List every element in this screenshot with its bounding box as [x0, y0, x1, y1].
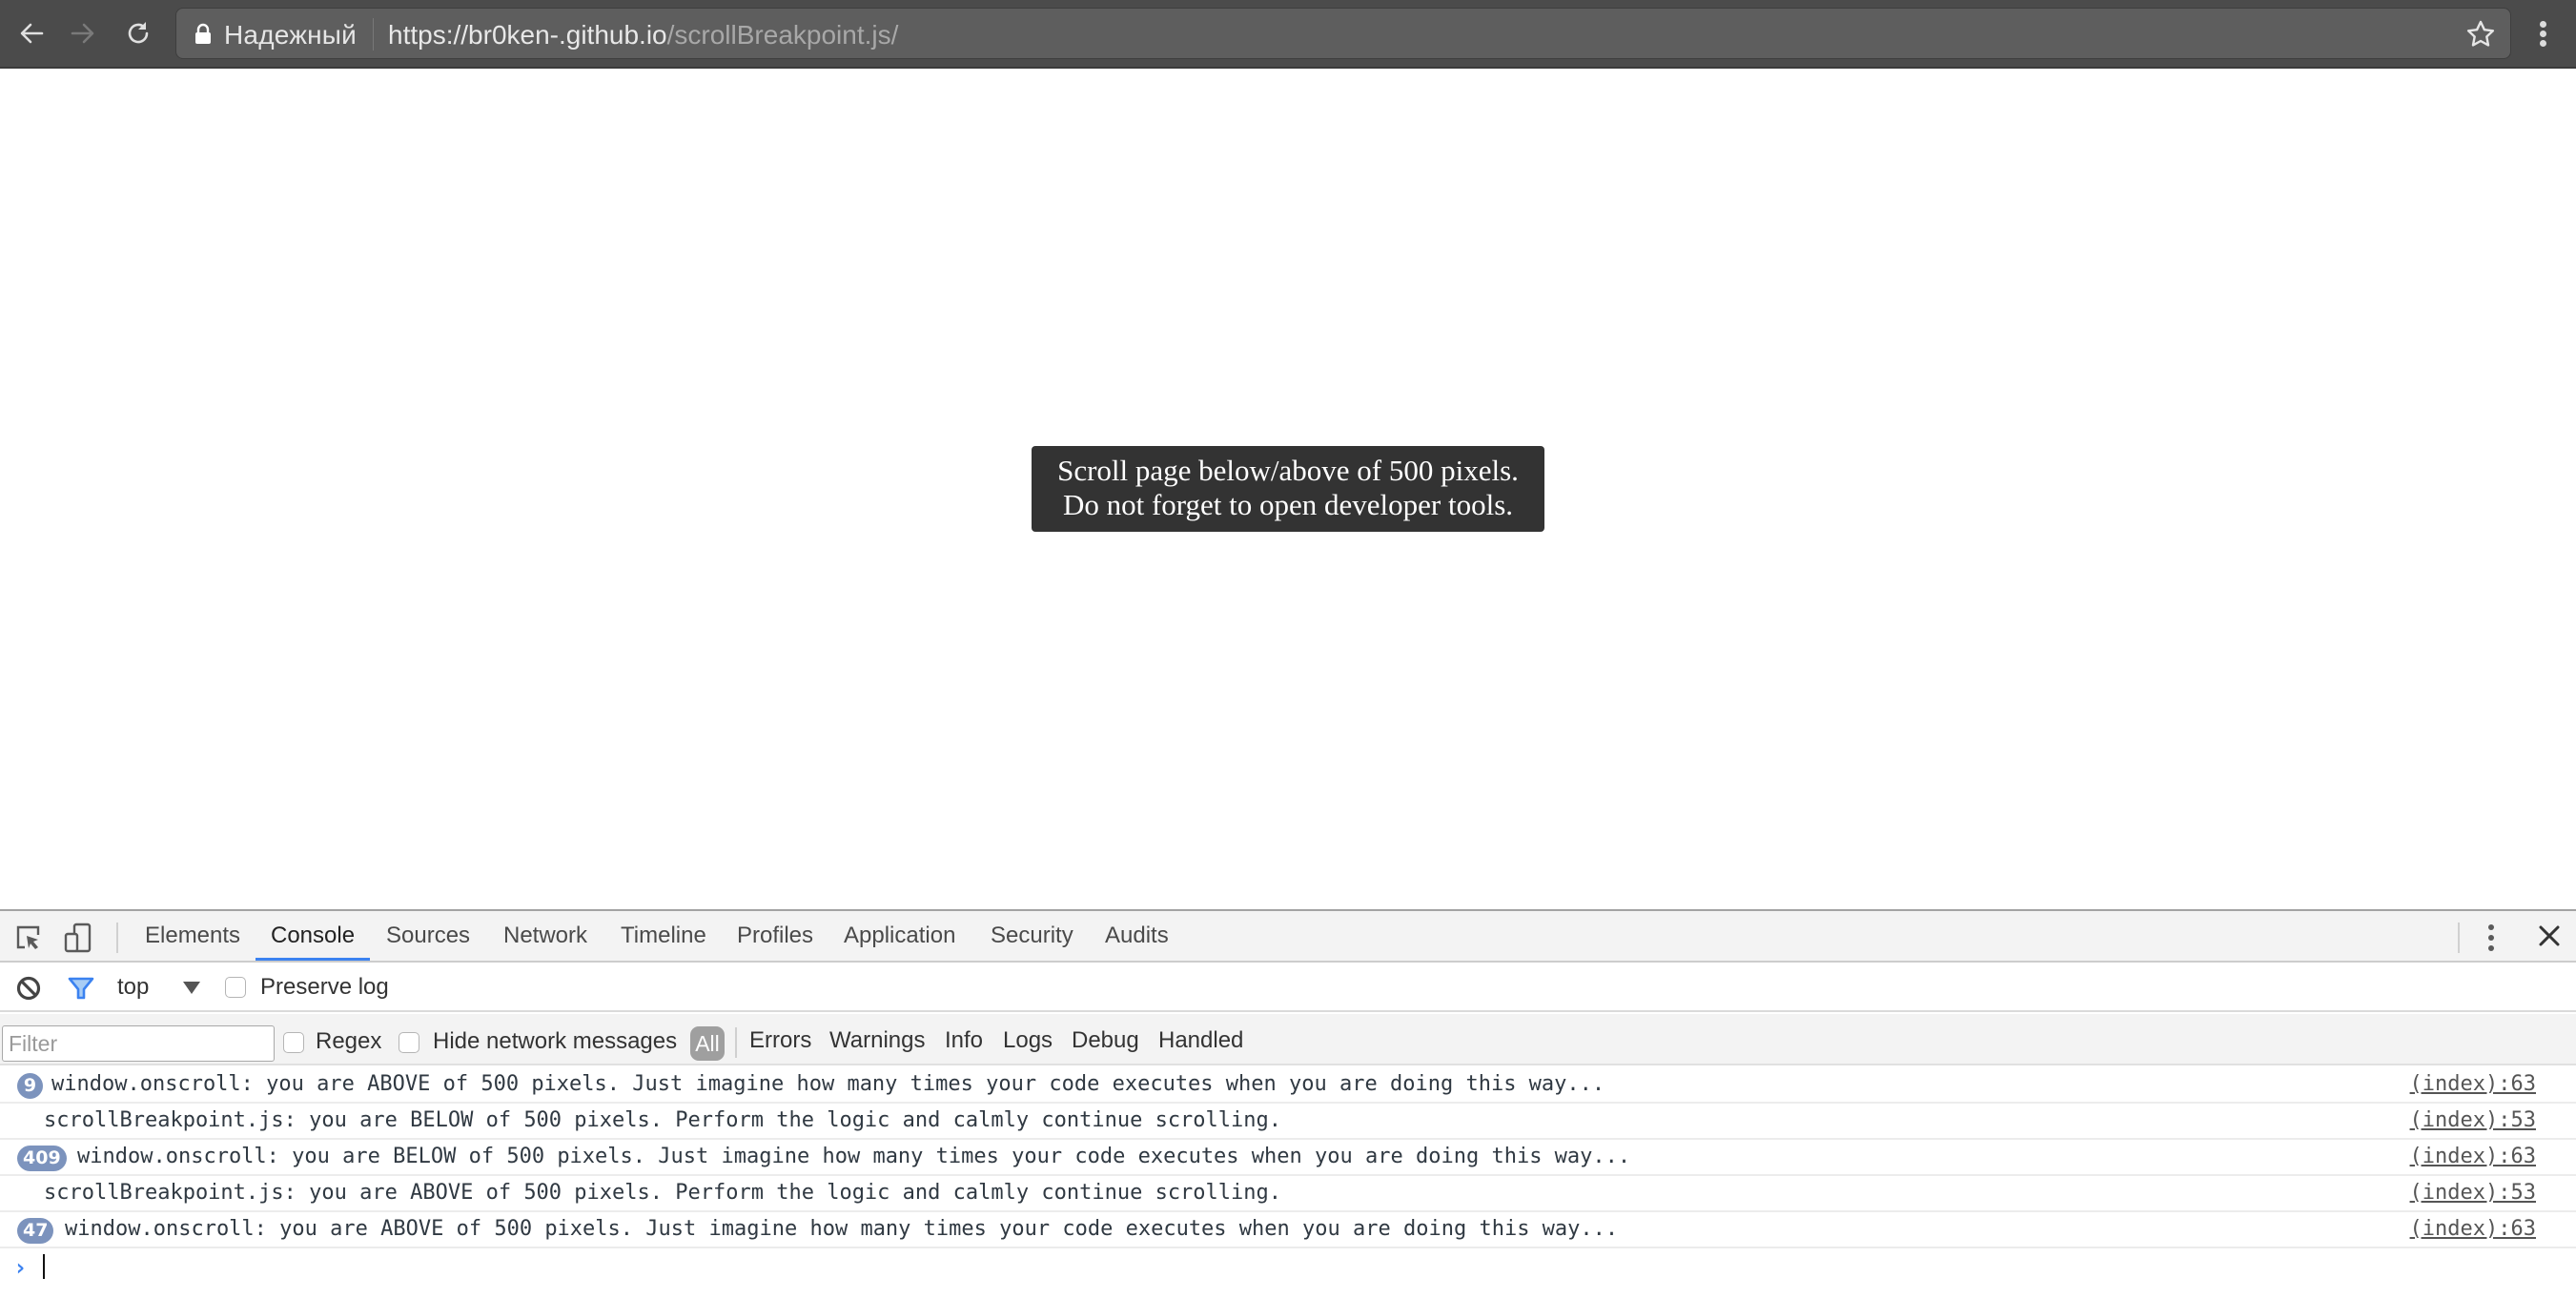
- console-filterbar: Regex Hide network messages All Errors W…: [0, 1014, 2576, 1065]
- preserve-log-checkbox[interactable]: [225, 977, 246, 998]
- console-message: 47 window.onscroll: you are ABOVE of 500…: [0, 1212, 2576, 1248]
- url-host: https://br0ken-.github.io: [388, 20, 667, 50]
- page-viewport: Scroll page below/above of 500 pixels. D…: [0, 69, 2576, 909]
- message-text: scrollBreakpoint.js: you are BELOW of 50…: [44, 1108, 1282, 1132]
- toolbar-divider: [2458, 923, 2460, 953]
- back-button[interactable]: [10, 11, 53, 55]
- tab-console[interactable]: Console: [255, 911, 371, 961]
- forward-button[interactable]: [61, 11, 105, 55]
- source-link[interactable]: (index):53: [2410, 1176, 2536, 1210]
- source-link[interactable]: (index):63: [2410, 1212, 2536, 1247]
- console-toolbar: top Preserve log: [0, 963, 2576, 1012]
- level-logs-button[interactable]: Logs: [1003, 1027, 1053, 1054]
- repeat-count-badge: 47: [17, 1218, 54, 1244]
- prompt-chevron-icon: ›: [13, 1254, 28, 1281]
- clear-console-icon[interactable]: [15, 975, 42, 1002]
- chevron-down-icon[interactable]: [183, 982, 200, 994]
- console-message: scrollBreakpoint.js: you are ABOVE of 50…: [0, 1176, 2576, 1212]
- level-info-button[interactable]: Info: [945, 1027, 983, 1054]
- level-all-button[interactable]: All: [690, 1026, 725, 1061]
- devtools-menu-icon[interactable]: [2484, 923, 2498, 953]
- tab-profiles[interactable]: Profiles: [737, 911, 813, 961]
- bookmark-star-icon[interactable]: [2464, 18, 2497, 51]
- level-warnings-button[interactable]: Warnings: [829, 1027, 925, 1054]
- device-toolbar-icon[interactable]: [63, 923, 93, 953]
- instruction-line-1: Scroll page below/above of 500 pixels.: [1057, 454, 1519, 487]
- tab-security[interactable]: Security: [991, 911, 1073, 961]
- execution-context-select[interactable]: top: [117, 974, 149, 1001]
- forward-arrow-icon: [71, 23, 94, 44]
- hide-network-checkbox[interactable]: [399, 1032, 419, 1053]
- back-arrow-icon: [20, 23, 44, 44]
- console-messages: 9 window.onscroll: you are ABOVE of 500 …: [0, 1067, 2576, 1298]
- instruction-box: Scroll page below/above of 500 pixels. D…: [1032, 446, 1544, 532]
- source-link[interactable]: (index):53: [2410, 1104, 2536, 1138]
- filter-icon[interactable]: [67, 975, 95, 1002]
- reload-button[interactable]: [116, 11, 160, 55]
- toolbar-divider: [116, 923, 118, 953]
- browser-menu-icon[interactable]: [2531, 13, 2554, 53]
- close-icon[interactable]: [2536, 923, 2563, 949]
- source-link[interactable]: (index):63: [2410, 1140, 2536, 1174]
- instruction-line-2: Do not forget to open developer tools.: [1062, 488, 1514, 521]
- message-text: window.onscroll: you are BELOW of 500 pi…: [77, 1145, 1631, 1168]
- preserve-log-label: Preserve log: [260, 974, 389, 1000]
- hide-network-label: Hide network messages: [433, 1028, 678, 1054]
- text-caret: [43, 1254, 45, 1279]
- regex-label: Regex: [316, 1028, 382, 1054]
- reload-icon: [128, 22, 149, 44]
- message-text: window.onscroll: you are ABOVE of 500 pi…: [51, 1072, 1605, 1096]
- tab-network[interactable]: Network: [503, 911, 587, 961]
- console-message: 9 window.onscroll: you are ABOVE of 500 …: [0, 1067, 2576, 1104]
- source-link[interactable]: (index):63: [2410, 1067, 2536, 1102]
- level-errors-button[interactable]: Errors: [749, 1027, 811, 1054]
- omnibox-divider: [373, 18, 374, 51]
- level-divider: [735, 1027, 737, 1058]
- address-bar[interactable]: Надежный https://br0ken-.github.io/scrol…: [175, 8, 2511, 59]
- message-text: window.onscroll: you are ABOVE of 500 pi…: [65, 1217, 1619, 1241]
- tab-timeline[interactable]: Timeline: [621, 911, 706, 961]
- tab-application[interactable]: Application: [844, 911, 955, 961]
- lock-icon: [195, 23, 211, 44]
- tab-sources[interactable]: Sources: [386, 911, 470, 961]
- message-text: scrollBreakpoint.js: you are ABOVE of 50…: [44, 1181, 1282, 1205]
- tab-audits[interactable]: Audits: [1105, 911, 1169, 961]
- devtools-tabbar: Elements Console Sources Network Timelin…: [0, 911, 2576, 963]
- devtools-panel: Elements Console Sources Network Timelin…: [0, 909, 2576, 1298]
- repeat-count-badge: 9: [17, 1073, 43, 1099]
- tab-elements[interactable]: Elements: [145, 911, 240, 961]
- console-message: scrollBreakpoint.js: you are BELOW of 50…: [0, 1104, 2576, 1140]
- level-handled-button[interactable]: Handled: [1158, 1027, 1243, 1054]
- console-prompt[interactable]: ›: [0, 1248, 2576, 1287]
- filter-input[interactable]: [2, 1025, 275, 1062]
- security-status-label[interactable]: Надежный: [224, 20, 357, 51]
- console-message: 409 window.onscroll: you are BELOW of 50…: [0, 1140, 2576, 1176]
- inspect-element-icon[interactable]: [13, 923, 44, 953]
- url-path: /scrollBreakpoint.js/: [666, 20, 899, 50]
- url-text[interactable]: https://br0ken-.github.io/scrollBreakpoi…: [388, 20, 898, 51]
- browser-toolbar: Надежный https://br0ken-.github.io/scrol…: [0, 0, 2576, 69]
- regex-checkbox[interactable]: [283, 1032, 304, 1053]
- repeat-count-badge: 409: [17, 1146, 67, 1171]
- level-debug-button[interactable]: Debug: [1072, 1027, 1139, 1054]
